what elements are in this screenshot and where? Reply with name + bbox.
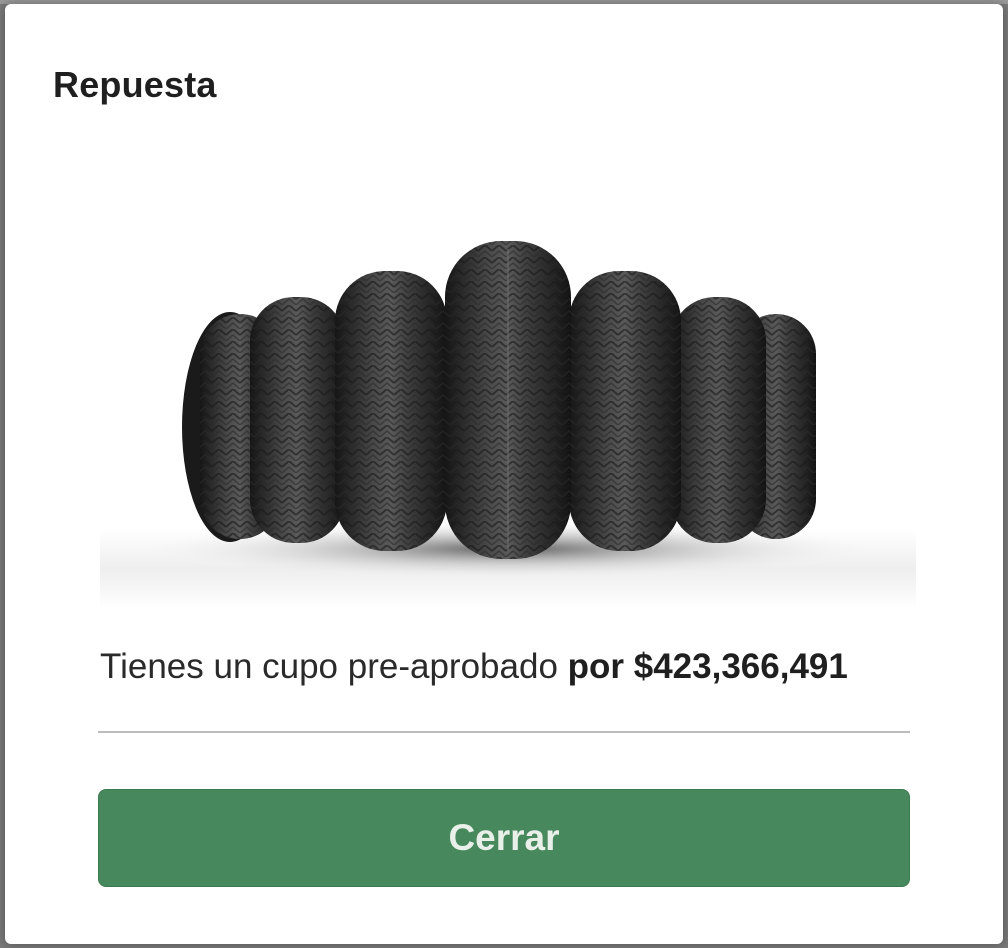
tire-left-2 [250,297,345,543]
preapproved-message: Tienes un cupo pre-aprobado por $423,366… [100,647,916,687]
message-text: Tienes un cupo pre-aprobado [100,647,558,686]
tire-center [445,241,571,559]
tire-right-1 [569,271,681,551]
preapproved-amount: por $423,366,491 [567,647,848,686]
response-modal: Repuesta Tienes un cupo pre-aprobado por… [5,4,1003,944]
close-button[interactable]: Cerrar [98,789,910,887]
modal-title: Repuesta [53,64,217,105]
divider [98,731,910,733]
tire-left-1 [335,271,447,551]
tires-image [100,209,916,609]
tire-right-2 [671,297,766,543]
